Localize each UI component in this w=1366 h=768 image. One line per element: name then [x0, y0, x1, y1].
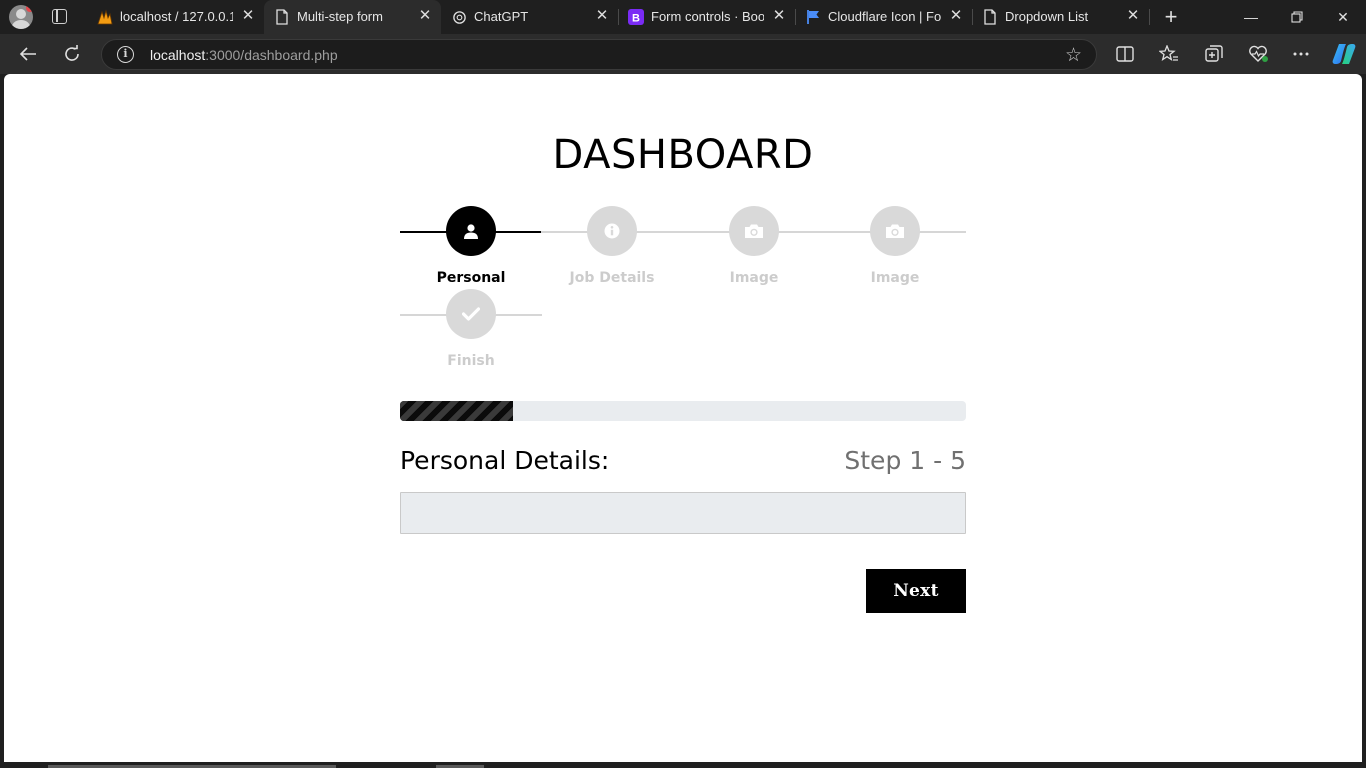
- step-job-details[interactable]: Job Details: [541, 206, 683, 288]
- site-info-icon[interactable]: i: [117, 46, 134, 63]
- svg-text:B: B: [632, 13, 640, 25]
- tab-cloudflare-icon[interactable]: Cloudflare Icon | Font ✕: [795, 0, 973, 34]
- tab-title: localhost / 127.0.0.1 |: [120, 9, 233, 24]
- close-icon[interactable]: ✕: [948, 8, 964, 24]
- step-label: Image: [729, 270, 779, 286]
- browser-tab-strip: localhost / 127.0.0.1 | ✕ Multi-step for…: [0, 0, 1366, 34]
- profile-avatar[interactable]: [9, 5, 33, 29]
- url-text: localhost:3000/dashboard.php: [150, 47, 338, 63]
- minimize-icon[interactable]: —: [1240, 6, 1262, 28]
- next-button[interactable]: Next: [866, 569, 966, 613]
- progress-bar: [400, 401, 966, 421]
- step-personal[interactable]: Personal: [400, 206, 542, 288]
- more-options-icon[interactable]: [1289, 42, 1313, 66]
- refresh-icon[interactable]: [60, 42, 84, 66]
- tab-title: ChatGPT: [474, 9, 529, 24]
- step-counter: Step 1 - 5: [844, 446, 966, 475]
- step-image-2[interactable]: Image: [824, 206, 966, 288]
- user-icon: [446, 206, 496, 256]
- step-finish[interactable]: Finish: [400, 289, 542, 371]
- flag-icon: [805, 9, 821, 25]
- step-label: Job Details: [569, 270, 655, 286]
- back-icon[interactable]: [16, 42, 40, 66]
- section-title: Personal Details:: [400, 446, 610, 475]
- page-title: DASHBOARD: [552, 132, 814, 178]
- tab-title: Multi-step form: [297, 9, 383, 24]
- tab-title: Dropdown List: [1005, 9, 1089, 24]
- favorite-star-icon[interactable]: ☆: [1065, 44, 1082, 67]
- copilot-icon[interactable]: [1331, 41, 1357, 67]
- address-bar[interactable]: i localhost:3000/dashboard.php ☆: [101, 39, 1097, 70]
- close-window-icon[interactable]: ✕: [1332, 6, 1354, 28]
- chatgpt-icon: [451, 9, 467, 25]
- step-label: Finish: [447, 353, 495, 369]
- camera-icon: [870, 206, 920, 256]
- new-tab-button[interactable]: +: [1161, 6, 1181, 28]
- page-icon: [274, 9, 290, 25]
- page-viewport: DASHBOARD Personal Job Details Image Ima…: [4, 74, 1362, 762]
- split-screen-icon[interactable]: [1113, 42, 1137, 66]
- restore-icon[interactable]: [1286, 6, 1308, 28]
- close-icon[interactable]: ✕: [594, 8, 610, 24]
- tab-bootstrap[interactable]: B Form controls · Bootst ✕: [618, 0, 796, 34]
- personal-details-input[interactable]: [400, 492, 966, 534]
- step-image[interactable]: Image: [683, 206, 825, 288]
- collections-icon[interactable]: [1202, 42, 1226, 66]
- step-label: Image: [870, 270, 920, 286]
- step-label: Personal: [436, 270, 506, 286]
- tab-title: Form controls · Bootst: [651, 9, 764, 24]
- progress-fill: [400, 401, 514, 421]
- bootstrap-icon: B: [628, 9, 644, 25]
- tab-multi-step-form[interactable]: Multi-step form ✕: [264, 0, 441, 34]
- close-icon[interactable]: ✕: [1125, 8, 1141, 24]
- close-icon[interactable]: ✕: [417, 8, 433, 24]
- page-icon: [982, 9, 998, 25]
- info-icon: [587, 206, 637, 256]
- check-icon: [446, 289, 496, 339]
- browser-toolbar: i localhost:3000/dashboard.php ☆: [0, 34, 1366, 74]
- close-icon[interactable]: ✕: [240, 8, 256, 24]
- close-icon[interactable]: ✕: [771, 8, 787, 24]
- camera-icon: [729, 206, 779, 256]
- tab-chatgpt[interactable]: ChatGPT ✕: [441, 0, 619, 34]
- tab-actions-icon[interactable]: [52, 9, 67, 24]
- tab-phpmyadmin[interactable]: localhost / 127.0.0.1 | ✕: [87, 0, 264, 34]
- phpmyadmin-icon: [97, 9, 113, 25]
- favorites-icon[interactable]: [1157, 42, 1181, 66]
- browser-essentials-icon[interactable]: [1246, 42, 1270, 66]
- tab-dropdown-list[interactable]: Dropdown List ✕: [972, 0, 1150, 34]
- bottom-scroll-strip: [0, 762, 1366, 768]
- tab-title: Cloudflare Icon | Font: [828, 9, 941, 24]
